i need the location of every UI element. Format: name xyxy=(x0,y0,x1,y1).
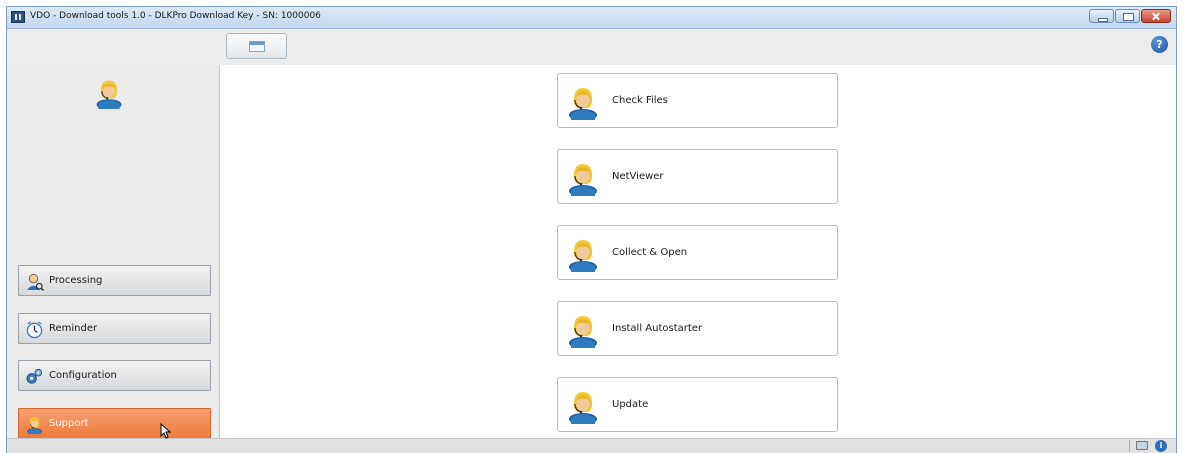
update-button[interactable]: Update xyxy=(557,377,838,432)
monitor-icon[interactable] xyxy=(1136,441,1148,450)
support-agent-icon xyxy=(565,160,601,196)
clock-icon xyxy=(25,320,44,339)
support-agent-icon xyxy=(25,415,44,434)
app-icon[interactable] xyxy=(11,11,25,23)
sidebar-item-processing[interactable]: Processing xyxy=(18,265,211,296)
gears-icon xyxy=(25,367,44,386)
install-autostarter-button[interactable]: Install Autostarter xyxy=(557,301,838,356)
sidebar: Processing Reminder Configuration Suppor… xyxy=(7,65,219,439)
action-label: NetViewer xyxy=(612,171,664,182)
action-label: Install Autostarter xyxy=(612,323,703,334)
sidebar-item-support[interactable]: Support xyxy=(18,408,211,439)
close-button[interactable] xyxy=(1141,9,1171,23)
window-icon xyxy=(249,41,265,52)
sidebar-item-configuration[interactable]: Configuration xyxy=(18,360,211,391)
maximize-button[interactable] xyxy=(1115,9,1140,23)
action-label: Collect & Open xyxy=(612,247,688,258)
mouse-pointer-icon xyxy=(160,423,172,439)
app-window: VDO - Download tools 1.0 - DLKPro Downlo… xyxy=(6,6,1177,453)
action-label: Update xyxy=(612,399,649,410)
action-label: Check Files xyxy=(612,95,668,106)
info-icon[interactable]: i xyxy=(1155,440,1167,452)
person-search-icon xyxy=(25,272,44,291)
view-toggle-button[interactable] xyxy=(226,33,287,59)
title-bar: VDO - Download tools 1.0 - DLKPro Downlo… xyxy=(7,7,1176,29)
collect-open-button[interactable]: Collect & Open xyxy=(557,225,838,280)
sidebar-item-reminder[interactable]: Reminder xyxy=(18,313,211,344)
netviewer-button[interactable]: NetViewer xyxy=(557,149,838,204)
help-icon[interactable]: ? xyxy=(1151,36,1168,53)
window-title: VDO - Download tools 1.0 - DLKPro Downlo… xyxy=(30,11,321,21)
support-agent-icon xyxy=(565,388,601,424)
window-controls xyxy=(1089,9,1171,23)
support-agent-icon xyxy=(565,236,601,272)
sidebar-item-label: Processing xyxy=(49,275,103,286)
support-agent-icon xyxy=(565,312,601,348)
sidebar-item-label: Reminder xyxy=(49,323,98,334)
support-agent-icon xyxy=(565,84,601,120)
status-separator xyxy=(1129,440,1130,452)
sidebar-item-label: Support xyxy=(49,418,89,429)
minimize-button[interactable] xyxy=(1089,9,1114,23)
status-bar: i xyxy=(7,438,1176,453)
toolbar: ? xyxy=(7,29,1176,65)
main-content: Check Files NetViewer Collect & Open Ins… xyxy=(219,65,1176,439)
sidebar-item-label: Configuration xyxy=(49,370,117,381)
check-files-button[interactable]: Check Files xyxy=(557,73,838,128)
support-agent-icon xyxy=(93,77,125,109)
